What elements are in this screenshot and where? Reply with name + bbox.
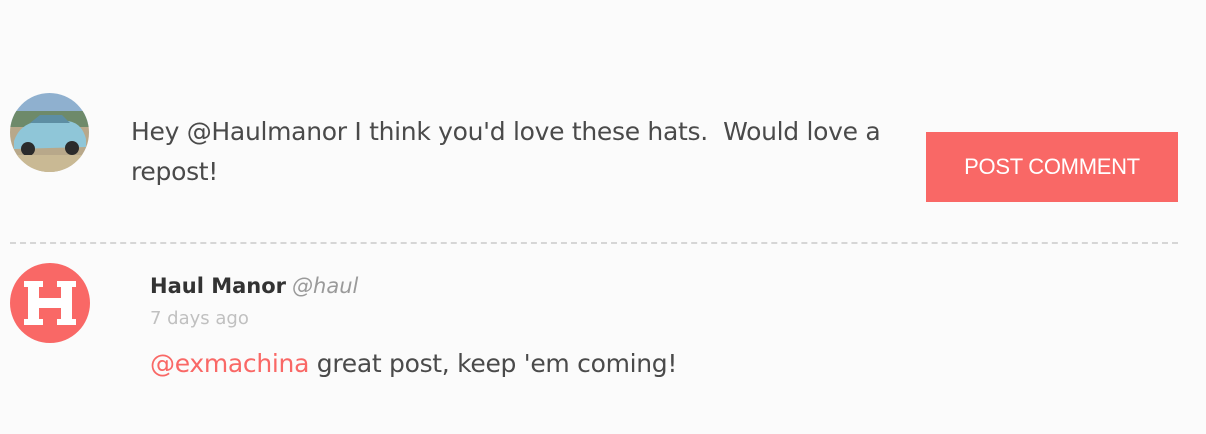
- author-avatar[interactable]: [10, 263, 90, 343]
- comment-timestamp: 7 days ago: [150, 308, 249, 329]
- author-handle[interactable]: @haul: [292, 274, 358, 298]
- comment-composer: Hey @Haulmanor I think you'd love these …: [0, 0, 1206, 243]
- post-comment-button[interactable]: POST COMMENT: [926, 132, 1178, 202]
- author-name[interactable]: Haul Manor: [150, 274, 286, 298]
- comment-input[interactable]: Hey @Haulmanor I think you'd love these …: [131, 112, 891, 192]
- comments-section: Hey @Haulmanor I think you'd love these …: [0, 0, 1206, 434]
- comment-header: Haul Manor @haul: [150, 272, 358, 300]
- divider: [10, 242, 1178, 244]
- comment-text: great post, keep 'em coming!: [309, 349, 678, 378]
- haul-manor-logo-icon: [24, 281, 76, 325]
- comment-body: @exmachina great post, keep 'em coming!: [150, 346, 677, 382]
- car-photo-icon: [10, 93, 89, 172]
- user-mention-link[interactable]: @exmachina: [150, 349, 309, 378]
- current-user-avatar: [10, 93, 89, 172]
